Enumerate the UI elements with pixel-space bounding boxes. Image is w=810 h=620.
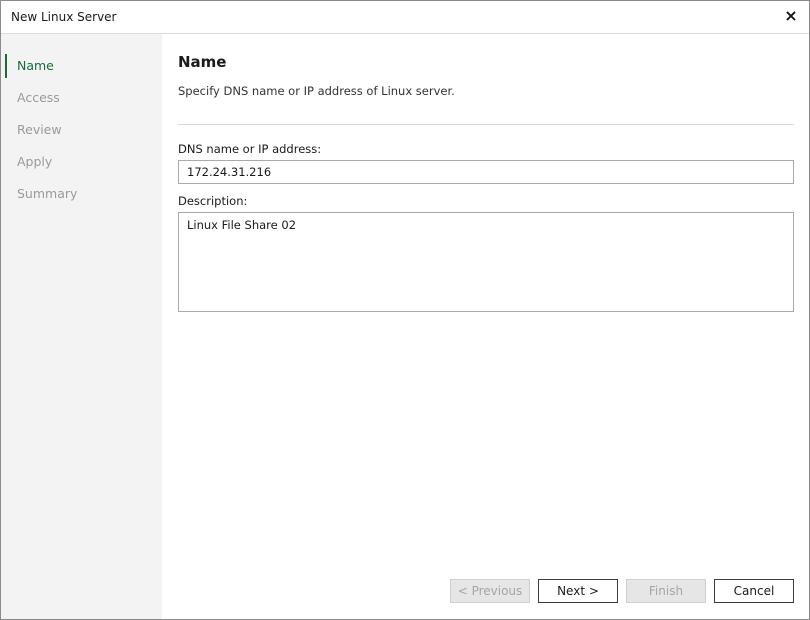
title-bar: New Linux Server × [1,1,809,34]
window-title: New Linux Server [11,10,117,24]
step-name[interactable]: Name [5,54,155,78]
page-title: Name [178,53,227,71]
wizard-steps-sidebar: Name Access Review Apply Summary [1,34,162,619]
dns-name-input[interactable]: 172.24.31.216 [178,160,794,184]
wizard-content: Name Specify DNS name or IP address of L… [162,34,809,619]
description-textarea[interactable]: Linux File Share 02 [178,212,794,312]
finish-button[interactable]: Finish [626,579,706,603]
previous-button[interactable]: < Previous [450,579,530,603]
cancel-button[interactable]: Cancel [714,579,794,603]
step-review[interactable]: Review [5,118,155,142]
description-field-label: Description: [178,194,248,208]
page-subtitle: Specify DNS name or IP address of Linux … [178,84,455,98]
step-access[interactable]: Access [5,86,155,110]
step-apply[interactable]: Apply [5,150,155,174]
step-summary[interactable]: Summary [5,182,155,206]
header-divider [178,124,794,125]
dns-field-label: DNS name or IP address: [178,142,322,156]
next-button[interactable]: Next > [538,579,618,603]
close-icon[interactable]: × [781,6,801,26]
wizard-window: New Linux Server × Name Access Review Ap… [0,0,810,620]
